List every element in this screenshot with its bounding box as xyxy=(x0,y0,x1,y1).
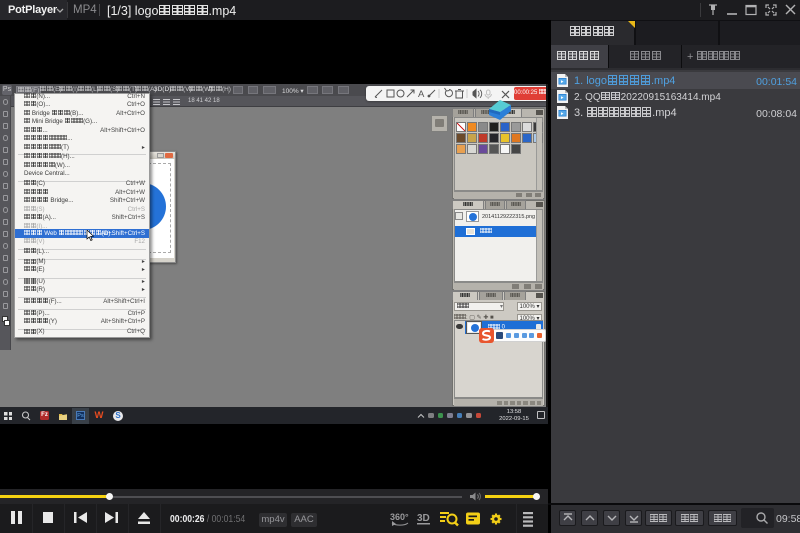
svg-text:360°: 360° xyxy=(390,512,409,522)
svg-text:3D: 3D xyxy=(417,513,430,524)
